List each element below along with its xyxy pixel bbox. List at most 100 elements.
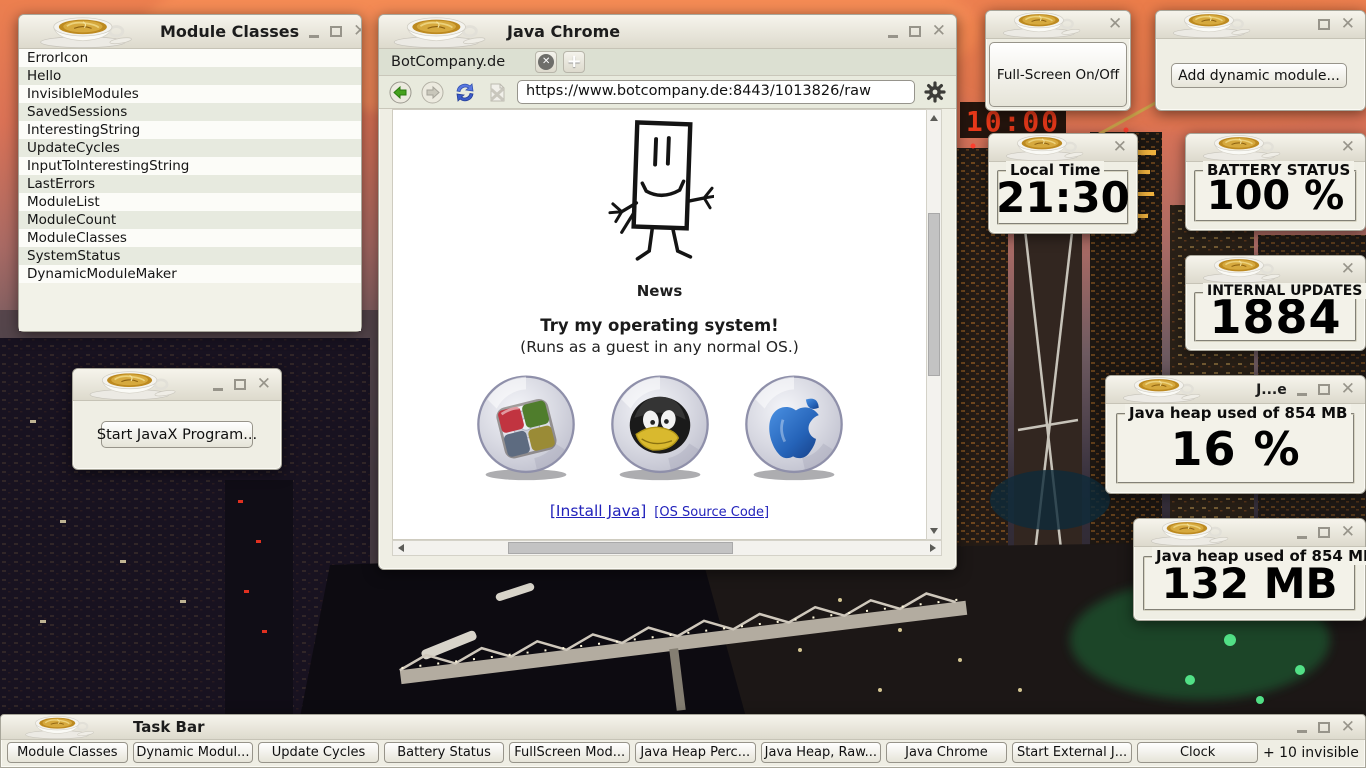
close-icon: ✕: [1341, 524, 1355, 541]
taskbar-button-update-cycles[interactable]: Update Cycles: [258, 742, 379, 763]
maximize-button[interactable]: [1318, 527, 1330, 538]
close-button[interactable]: ✕: [1341, 524, 1355, 541]
taskbar-button-java-chrome[interactable]: Java Chrome: [886, 742, 1007, 763]
taskbar-button-module-classes[interactable]: Module Classes: [7, 742, 128, 763]
titlebar[interactable]: ✕: [1186, 256, 1365, 284]
tab-botcompany[interactable]: BotCompany.de: [387, 54, 529, 70]
maximize-button[interactable]: [234, 379, 246, 390]
fullscreen-toggle-button[interactable]: Full-Screen On/Off: [989, 42, 1127, 107]
taskbar-titlebar[interactable]: Task Bar ✕: [1, 715, 1365, 740]
list-item[interactable]: Hello: [19, 67, 361, 85]
close-button[interactable]: ✕: [1341, 261, 1355, 278]
titlebar[interactable]: ✕: [989, 134, 1137, 162]
vertical-scroll-thumb[interactable]: [928, 213, 940, 376]
start-javax-program-button[interactable]: Start JavaX Program...: [101, 421, 253, 448]
taskbar-button-java-heap-percent[interactable]: Java Heap Perc...: [635, 742, 756, 763]
list-item[interactable]: SavedSessions: [19, 103, 361, 121]
list-item[interactable]: ErrorIcon: [19, 49, 361, 67]
module-classes-titlebar[interactable]: Module Classes ✕: [19, 15, 361, 49]
horizontal-scrollbar[interactable]: [392, 540, 942, 556]
close-button[interactable]: ✕: [1341, 719, 1355, 736]
maximize-button[interactable]: [330, 26, 342, 37]
close-button[interactable]: ✕: [1341, 16, 1355, 33]
java-chrome-titlebar[interactable]: Java Chrome ✕: [379, 15, 956, 49]
maximize-button[interactable]: [1318, 19, 1330, 30]
taskbar-button-clock[interactable]: Clock: [1137, 742, 1258, 763]
taskbar-button-dynamic-module[interactable]: Dynamic Modul...: [133, 742, 254, 763]
close-button[interactable]: ✕: [257, 376, 271, 393]
close-button[interactable]: ✕: [932, 23, 946, 40]
browser-tab-bar: BotCompany.de ✕ +: [379, 49, 956, 76]
list-item[interactable]: LastErrors: [19, 175, 361, 193]
list-item[interactable]: InputToInterestingString: [19, 157, 361, 175]
list-item[interactable]: DynamicModuleMaker: [19, 265, 361, 283]
coffee-cup-logo: [989, 134, 1101, 161]
titlebar[interactable]: ✕: [1134, 519, 1365, 547]
close-button[interactable]: ✕: [353, 23, 361, 40]
minimize-button[interactable]: [1297, 721, 1307, 733]
list-item[interactable]: UpdateCycles: [19, 139, 361, 157]
stop-button[interactable]: [486, 81, 508, 104]
maximize-button[interactable]: [1318, 384, 1330, 395]
taskbar-button-fullscreen-mode[interactable]: FullScreen Mod...: [509, 742, 630, 763]
window-fullscreen-toggle: ✕ Full-Screen On/Off: [985, 10, 1131, 111]
os-source-code-link[interactable]: [OS Source Code]: [654, 505, 769, 520]
internal-updates-value: 1884: [1196, 294, 1355, 340]
scroll-left-button[interactable]: [394, 541, 408, 555]
maximize-icon: [1318, 722, 1330, 733]
titlebar[interactable]: ✕: [73, 369, 281, 401]
horizontal-scroll-thumb[interactable]: [508, 542, 733, 554]
list-item[interactable]: InvisibleModules: [19, 85, 361, 103]
vertical-scrollbar[interactable]: [926, 109, 942, 540]
close-tab-button[interactable]: ✕: [535, 51, 557, 73]
local-time-value: 21:30: [999, 172, 1127, 223]
taskbar-button-start-external[interactable]: Start External J...: [1012, 742, 1133, 763]
url-input[interactable]: https://www.botcompany.de:8443/1013826/r…: [517, 80, 915, 104]
close-button[interactable]: ✕: [1341, 139, 1355, 156]
minimize-button[interactable]: [309, 26, 319, 38]
titlebar[interactable]: J...e ✕: [1106, 376, 1365, 404]
add-dynamic-module-button[interactable]: Add dynamic module...: [1171, 63, 1347, 88]
list-item[interactable]: InterestingString: [19, 121, 361, 139]
close-button[interactable]: ✕: [1113, 139, 1127, 156]
list-item[interactable]: ModuleList: [19, 193, 361, 211]
taskbar-buttons: Module Classes Dynamic Modul... Update C…: [1, 740, 1365, 767]
scroll-up-button[interactable]: [927, 111, 941, 125]
panel-label: Java heap used of 854 MB: [1152, 547, 1366, 565]
settings-gear-icon[interactable]: [924, 81, 946, 103]
taskbar-button-battery-status[interactable]: Battery Status: [384, 742, 505, 763]
reload-button[interactable]: [453, 81, 477, 104]
close-icon: ✕: [1341, 381, 1355, 398]
web-page-content: News Try my operating system! (Runs as a…: [392, 109, 926, 540]
minimize-button[interactable]: [1297, 527, 1307, 539]
install-java-link[interactable]: [Install Java]: [550, 502, 646, 520]
maximize-button[interactable]: [1318, 722, 1330, 733]
maximize-icon: [330, 26, 342, 37]
titlebar[interactable]: ✕: [1156, 11, 1365, 39]
maximize-button[interactable]: [909, 26, 921, 37]
scroll-left-icon: [398, 544, 404, 552]
scroll-right-button[interactable]: [926, 541, 940, 555]
scroll-down-button[interactable]: [927, 524, 941, 538]
minimize-button[interactable]: [213, 379, 223, 391]
minimize-icon: [1297, 536, 1307, 539]
minimize-icon: [309, 35, 319, 38]
maximize-icon: [234, 379, 246, 390]
titlebar[interactable]: ✕: [986, 11, 1130, 39]
minimize-button[interactable]: [1297, 384, 1307, 396]
minimize-button[interactable]: [888, 26, 898, 38]
list-item[interactable]: ModuleClasses: [19, 229, 361, 247]
window-start-javax: ✕ Start JavaX Program...: [72, 368, 282, 470]
close-icon: ✕: [353, 23, 361, 40]
taskbar-button-java-heap-raw[interactable]: Java Heap, Raw...: [761, 742, 882, 763]
list-item[interactable]: ModuleCount: [19, 211, 361, 229]
window-module-classes: Module Classes ✕ ErrorIcon Hello Invisib…: [18, 14, 362, 332]
list-item[interactable]: SystemStatus: [19, 247, 361, 265]
titlebar[interactable]: ✕: [1186, 134, 1365, 162]
close-button[interactable]: ✕: [1341, 381, 1355, 398]
back-button[interactable]: [389, 81, 412, 104]
new-tab-button[interactable]: +: [563, 51, 585, 73]
forward-button[interactable]: [421, 81, 444, 104]
close-button[interactable]: ✕: [1108, 16, 1122, 33]
coffee-cup-logo: [1156, 11, 1268, 38]
